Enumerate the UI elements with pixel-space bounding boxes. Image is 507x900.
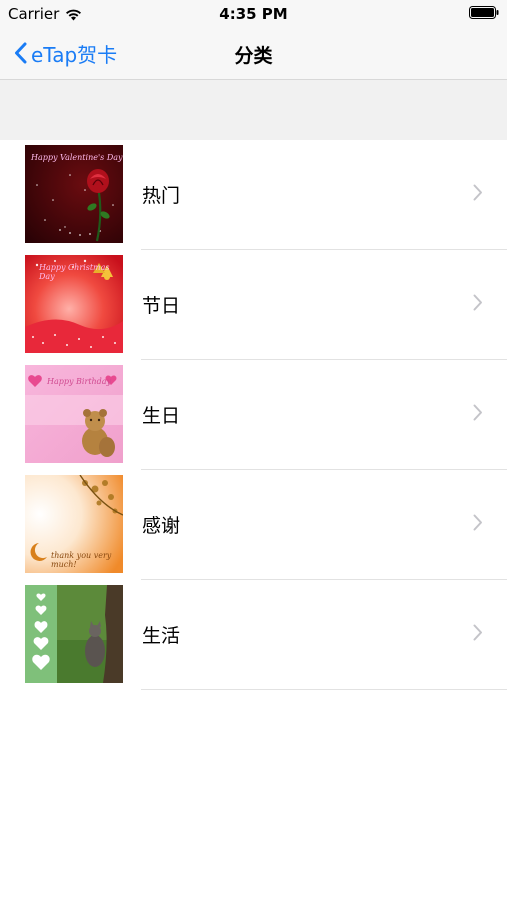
category-list: Happy Valentine's Day 热门 Happy Christmas… <box>0 140 507 690</box>
page-title: 分类 <box>234 45 273 67</box>
category-label: 生活 <box>142 625 181 647</box>
category-label: 感谢 <box>142 515 181 537</box>
category-row-holiday[interactable]: Happy Christmas Day 节日 <box>0 250 507 360</box>
chevron-right-icon <box>473 184 482 201</box>
life-thumbnail <box>25 585 123 683</box>
category-row-thanks[interactable]: thank you very much! 感谢 <box>0 470 507 580</box>
chevron-right-icon <box>473 514 482 531</box>
status-time: 4:35 PM <box>219 5 288 23</box>
birthday-thumbnail: Happy Birthday <box>25 365 123 463</box>
category-label: 生日 <box>142 405 181 427</box>
category-row-life[interactable]: 生活 <box>0 580 507 690</box>
navigation-bar: eTap贺卡 分类 <box>0 28 507 80</box>
thanks-thumbnail: thank you very much! <box>25 475 123 573</box>
section-header-spacer <box>0 80 507 140</box>
popular-thumbnail: Happy Valentine's Day <box>25 145 123 243</box>
category-row-birthday[interactable]: Happy Birthday 生日 <box>0 360 507 470</box>
chevron-right-icon <box>473 404 482 421</box>
status-bar: Carrier 4:35 PM <box>0 0 507 28</box>
row-separator <box>141 689 507 690</box>
battery-icon <box>469 6 499 19</box>
category-label: 节日 <box>142 295 181 317</box>
chevron-right-icon <box>473 624 482 641</box>
category-row-popular[interactable]: Happy Valentine's Day 热门 <box>0 140 507 250</box>
category-label: 热门 <box>142 185 181 207</box>
holiday-thumbnail: Happy Christmas Day <box>25 255 123 353</box>
chevron-right-icon <box>473 294 482 311</box>
